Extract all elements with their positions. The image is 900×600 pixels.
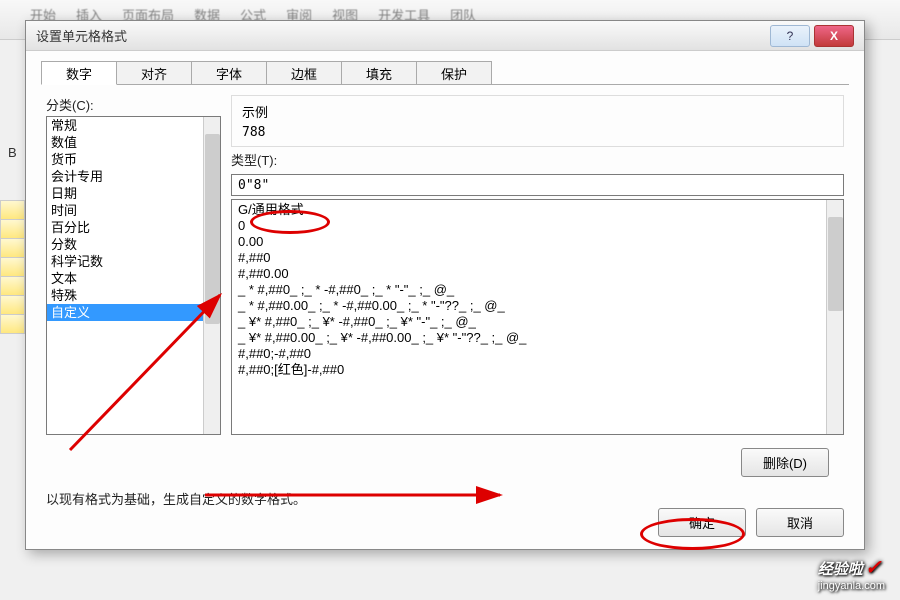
- list-item[interactable]: 日期: [47, 185, 203, 202]
- dialog-title: 设置单元格格式: [36, 26, 770, 45]
- scroll-thumb[interactable]: [828, 217, 843, 311]
- watermark-check-icon: ✓: [865, 557, 882, 579]
- watermark: 经验啦✓ jingyanla.com: [818, 555, 885, 592]
- scroll-thumb[interactable]: [205, 134, 220, 324]
- watermark-sub: jingyanla.com: [818, 580, 885, 592]
- tab-font[interactable]: 字体: [191, 61, 267, 85]
- list-item-custom[interactable]: 自定义: [47, 304, 203, 321]
- category-label: 分类(C):: [46, 95, 221, 114]
- list-item[interactable]: 货币: [47, 151, 203, 168]
- list-item[interactable]: 会计专用: [47, 168, 203, 185]
- type-label: 类型(T):: [231, 150, 844, 169]
- format-item[interactable]: #,##0;-#,##0: [238, 346, 820, 362]
- format-item[interactable]: 0.00: [238, 234, 820, 250]
- format-item[interactable]: _ ¥* #,##0_ ;_ ¥* -#,##0_ ;_ ¥* "-"_ ;_ …: [238, 314, 820, 330]
- type-input[interactable]: [231, 174, 844, 196]
- cancel-button[interactable]: 取消: [756, 508, 844, 537]
- sample-box: 示例 788: [231, 95, 844, 147]
- category-listbox[interactable]: 常规 数值 货币 会计专用 日期 时间 百分比 分数 科学记数 文本 特殊 自定…: [46, 116, 221, 435]
- tab-alignment[interactable]: 对齐: [116, 61, 192, 85]
- format-item[interactable]: #,##0.00: [238, 266, 820, 282]
- format-item[interactable]: _ ¥* #,##0.00_ ;_ ¥* -#,##0.00_ ;_ ¥* "-…: [238, 330, 820, 346]
- sample-label: 示例: [242, 102, 833, 121]
- tab-border[interactable]: 边框: [266, 61, 342, 85]
- row-highlight-hints: [0, 200, 25, 333]
- list-item[interactable]: 百分比: [47, 219, 203, 236]
- tab-protection[interactable]: 保护: [416, 61, 492, 85]
- sample-value: 788: [242, 125, 833, 140]
- watermark-text: 经验啦: [818, 561, 863, 578]
- dialog-tabs: 数字 对齐 字体 边框 填充 保护: [41, 61, 849, 85]
- dialog-titlebar: 设置单元格格式 ? X: [26, 21, 864, 51]
- list-item[interactable]: 常规: [47, 117, 203, 134]
- format-list[interactable]: G/通用格式 0 0.00 #,##0 #,##0.00 _ * #,##0_ …: [231, 199, 844, 435]
- column-header-b: B: [8, 145, 17, 160]
- format-item[interactable]: #,##0;[红色]-#,##0: [238, 362, 820, 378]
- format-cells-dialog: 设置单元格格式 ? X 数字 对齐 字体 边框 填充 保护 分类(C): 常规 …: [25, 20, 865, 550]
- list-item[interactable]: 时间: [47, 202, 203, 219]
- dialog-help-button[interactable]: ?: [770, 25, 810, 47]
- list-item[interactable]: 科学记数: [47, 253, 203, 270]
- dialog-close-button[interactable]: X: [814, 25, 854, 47]
- format-item[interactable]: #,##0: [238, 250, 820, 266]
- list-item[interactable]: 分数: [47, 236, 203, 253]
- tab-number[interactable]: 数字: [41, 61, 117, 85]
- list-item[interactable]: 文本: [47, 270, 203, 287]
- scrollbar[interactable]: [203, 117, 220, 434]
- scrollbar[interactable]: [826, 200, 843, 434]
- list-item[interactable]: 特殊: [47, 287, 203, 304]
- format-item[interactable]: _ * #,##0.00_ ;_ * -#,##0.00_ ;_ * "-"??…: [238, 298, 820, 314]
- tab-fill[interactable]: 填充: [341, 61, 417, 85]
- format-item[interactable]: 0: [238, 218, 820, 234]
- delete-button[interactable]: 删除(D): [741, 448, 829, 477]
- format-item[interactable]: _ * #,##0_ ;_ * -#,##0_ ;_ * "-"_ ;_ @_: [238, 282, 820, 298]
- hint-text: 以现有格式为基础，生成自定义的数字格式。: [41, 489, 849, 508]
- ok-button[interactable]: 确定: [658, 508, 746, 537]
- format-item[interactable]: G/通用格式: [238, 202, 820, 218]
- list-item[interactable]: 数值: [47, 134, 203, 151]
